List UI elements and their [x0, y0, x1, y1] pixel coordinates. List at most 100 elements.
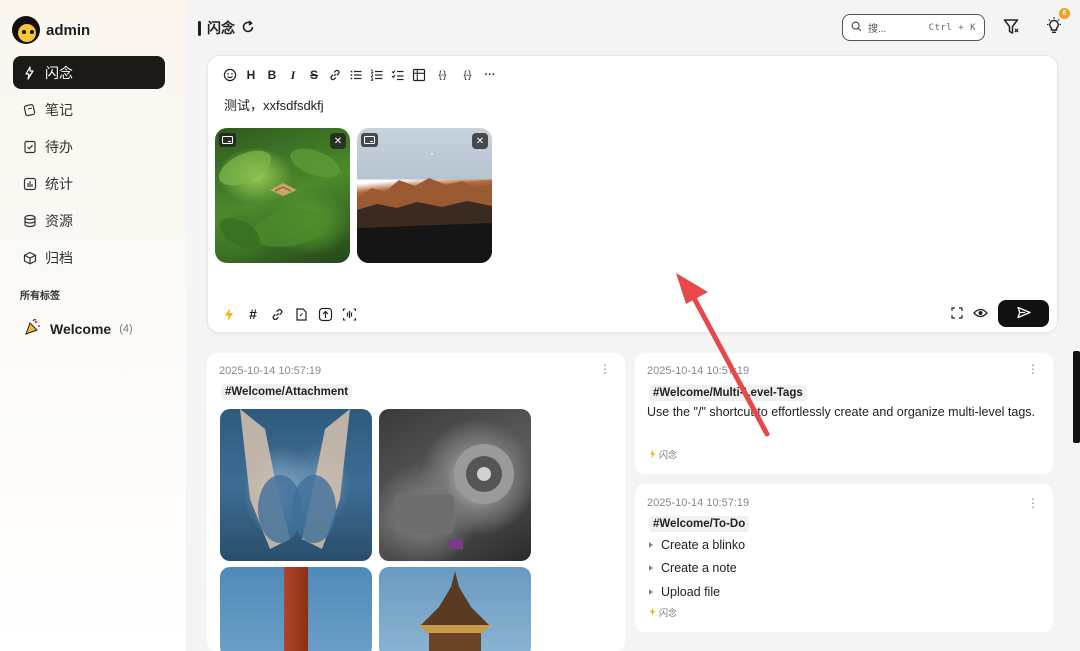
voice-input-icon[interactable] — [340, 305, 358, 323]
card-type: 闪念 — [649, 606, 677, 619]
flash-icon — [649, 607, 656, 619]
editor-content[interactable]: 测试，xxfsdfsdkfj — [224, 95, 324, 114]
editor-toolbar: H B I S 123 {-} {-} ··· — [222, 67, 498, 83]
card-tag[interactable]: #Welcome/Multi-Level-Tags — [649, 385, 807, 401]
link-icon[interactable] — [268, 305, 286, 323]
gallery-image-engine[interactable] — [379, 409, 531, 561]
image-settings-icon[interactable] — [219, 133, 236, 147]
ordered-list-icon[interactable]: 123 — [369, 67, 385, 83]
preview-eye-icon[interactable] — [973, 306, 988, 322]
todo-list: Create a blinko Create a note Upload fil… — [649, 533, 745, 604]
code-inline-button[interactable]: {-} — [432, 67, 452, 83]
gallery-image-tower[interactable] — [220, 567, 372, 651]
close-icon[interactable]: ✕ — [330, 133, 346, 149]
editor: H B I S 123 {-} {-} ··· 测试，xxfsdfsdkfj ✕… — [207, 55, 1058, 333]
leaf-image-art — [218, 148, 340, 249]
todo-item-text: Upload file — [661, 584, 721, 599]
avatar[interactable] — [12, 16, 40, 44]
page-title-text: 闪念 — [207, 20, 235, 36]
mountain-image-art — [357, 153, 492, 263]
engine-image-art — [394, 444, 514, 549]
card-timestamp: 2025-10-14 10:57:19 — [647, 365, 750, 377]
send-button[interactable] — [998, 300, 1049, 327]
sidebar-item-label: 统计 — [45, 175, 73, 192]
todo-icon — [22, 139, 37, 154]
username: admin — [46, 21, 91, 39]
todo-item[interactable]: Create a blinko — [649, 533, 745, 557]
table-icon[interactable] — [411, 67, 427, 83]
party-popper-icon — [24, 318, 42, 339]
filter-button[interactable] — [1000, 16, 1024, 40]
chart-icon — [22, 176, 37, 191]
heading-button[interactable]: H — [243, 67, 259, 83]
flash-icon — [649, 449, 656, 461]
check-list-icon[interactable] — [390, 67, 406, 83]
sidebar-item-resources[interactable]: 资源 — [13, 204, 165, 237]
scrollbar-thumb[interactable] — [1073, 351, 1080, 443]
title-accent-bar — [198, 20, 201, 36]
tag-count: (4) — [119, 322, 133, 335]
svg-text:3: 3 — [371, 77, 374, 82]
link-icon[interactable] — [327, 67, 343, 83]
attachment-image-mountain[interactable]: ✕ — [357, 128, 492, 263]
card-menu-icon[interactable]: ⋮ — [1027, 496, 1039, 510]
gallery-image-temple[interactable] — [379, 567, 531, 651]
bullet-list-icon[interactable] — [348, 67, 364, 83]
lightbulb-icon — [1044, 16, 1064, 39]
refresh-icon[interactable] — [241, 19, 255, 37]
card-type-label: 闪念 — [659, 608, 678, 618]
note-card-multi-level-tags[interactable]: 2025-10-14 10:57:19 ⋮ #Welcome/Multi-Lev… — [635, 353, 1053, 474]
image-settings-icon[interactable] — [361, 133, 378, 147]
gallery-image-hands[interactable] — [220, 409, 372, 561]
emoji-icon[interactable] — [222, 67, 238, 83]
todo-item[interactable]: Upload file — [649, 580, 745, 604]
sidebar-item-todo[interactable]: 待办 — [13, 130, 165, 163]
flash-type-icon[interactable] — [220, 305, 238, 323]
sidebar-item-flash[interactable]: 闪念 — [13, 56, 165, 89]
sidebar-item-label: 笔记 — [45, 101, 73, 118]
bold-button[interactable]: B — [264, 67, 280, 83]
italic-button[interactable]: I — [285, 67, 301, 83]
note-card-todo[interactable]: 2025-10-14 10:57:19 ⋮ #Welcome/To-Do Cre… — [635, 484, 1053, 632]
sidebar-item-label: 归档 — [45, 249, 73, 266]
database-icon — [22, 213, 37, 228]
hashtag-icon[interactable]: # — [244, 305, 262, 323]
card-type: 闪念 — [649, 448, 677, 461]
search-icon — [851, 20, 862, 35]
note-card-attachment[interactable]: 2025-10-14 10:57:19 ⋮ #Welcome/Attachmen… — [207, 353, 625, 651]
sidebar-item-label: 资源 — [45, 212, 73, 229]
sidebar-item-stats[interactable]: 统计 — [13, 167, 165, 200]
close-icon[interactable]: ✕ — [472, 133, 488, 149]
temple-image-art — [419, 571, 491, 651]
tags-section-title: 所有标签 — [20, 291, 60, 302]
fullscreen-icon[interactable] — [951, 306, 963, 322]
strikethrough-button[interactable]: S — [306, 67, 322, 83]
tag-item-welcome[interactable]: Welcome (4) — [24, 318, 133, 339]
sidebar-item-archive[interactable]: 归档 — [13, 241, 165, 274]
card-body: Use the "/" shortcut to effortlessly cre… — [647, 405, 1035, 419]
todo-item[interactable]: Create a note — [649, 557, 745, 581]
editor-bottom-toolbar: # — [220, 305, 358, 323]
hands-image-art — [240, 409, 350, 549]
card-timestamp: 2025-10-14 10:57:19 — [219, 365, 322, 377]
card-menu-icon[interactable]: ⋮ — [1027, 362, 1039, 376]
more-button[interactable]: ··· — [482, 67, 498, 83]
attach-file-icon[interactable] — [292, 305, 310, 323]
note-icon — [22, 102, 37, 117]
sidebar-nav: 闪念 笔记 待办 统计 资源 归档 — [13, 56, 165, 278]
search-placeholder: 搜... — [868, 24, 887, 35]
notification-badge: 6 — [1059, 8, 1070, 19]
search-input[interactable]: 搜... Ctrl + K — [842, 14, 985, 41]
sidebar-item-notes[interactable]: 笔记 — [13, 93, 165, 126]
attachment-image-leaf[interactable]: ✕ — [215, 128, 350, 263]
card-tag[interactable]: #Welcome/To-Do — [649, 516, 750, 532]
card-menu-icon[interactable]: ⋮ — [599, 362, 611, 376]
card-tag[interactable]: #Welcome/Attachment — [221, 384, 353, 400]
card-timestamp: 2025-10-14 10:57:19 — [647, 497, 750, 509]
upload-icon[interactable] — [316, 305, 334, 323]
page-title: 闪念 — [198, 18, 255, 38]
tag-name: Welcome — [50, 320, 112, 337]
user-profile[interactable]: admin — [12, 16, 90, 44]
sidebar-item-label: 待办 — [45, 138, 73, 155]
code-block-button[interactable]: {-} — [457, 67, 477, 83]
